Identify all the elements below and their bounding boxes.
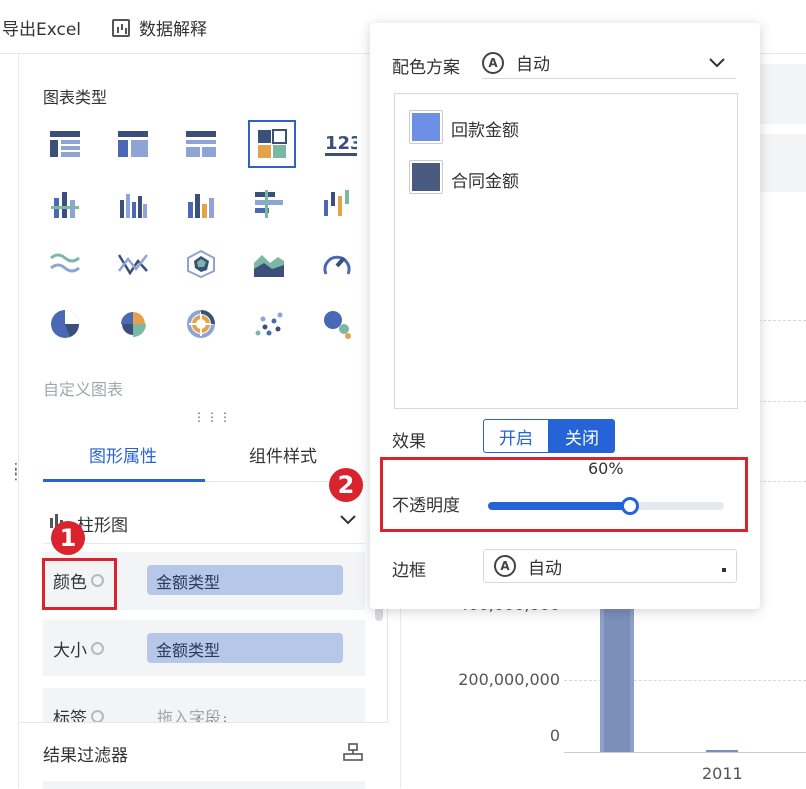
panel-drag-handle[interactable]: ⋮ ⋮	[9, 462, 24, 482]
color-scheme-value: 自动	[516, 55, 550, 75]
border-dropdown[interactable]: A 自动	[483, 549, 737, 583]
kpi-123-icon[interactable]: 123	[325, 128, 357, 160]
swatch-fill-1	[412, 113, 440, 141]
series-color-swatch-1[interactable]	[409, 110, 443, 144]
scatter-icon[interactable]	[253, 308, 285, 340]
series-color-list: 回款金额 合同金额	[394, 93, 738, 409]
series-name-1: 回款金额	[451, 121, 519, 141]
resize-handle-top[interactable]: ⋮⋮⋮	[193, 411, 232, 423]
y-tick-0: 0	[549, 726, 560, 745]
bar-2011	[600, 594, 634, 752]
chart-type-label: 柱形图	[77, 516, 128, 536]
export-excel-button[interactable]: 导出Excel	[2, 15, 81, 40]
x-axis-line	[564, 752, 806, 753]
line-chart-icon[interactable]	[117, 248, 149, 280]
property-tabs: 图形属性 组件样式	[43, 432, 365, 482]
result-filter-label: 结果过滤器	[43, 746, 128, 766]
detail-table-icon[interactable]	[185, 128, 217, 160]
bubble-icon[interactable]	[321, 308, 353, 340]
series-color-swatch-2[interactable]	[409, 160, 443, 194]
highlight-box-opacity	[380, 457, 748, 532]
chart-type-title: 图表类型	[43, 88, 108, 107]
data-explain-label: 数据解释	[139, 20, 207, 40]
step-badge-2: 2	[329, 468, 363, 502]
gear-icon[interactable]	[91, 710, 104, 722]
chevron-down-icon	[709, 58, 725, 68]
size-label: 大小	[53, 636, 104, 661]
left-panel: 图表类型 123 自定义图表 ⋮⋮⋮ 图形属性 组件样式 柱形图 颜色 金额类型…	[18, 54, 389, 789]
effect-off-button[interactable]: 关闭	[549, 419, 615, 453]
rose-pie-icon[interactable]	[117, 308, 149, 340]
chart-grid-icon[interactable]	[248, 120, 296, 168]
active-tab-indicator	[43, 479, 205, 482]
multi-ring-icon[interactable]	[185, 308, 217, 340]
label-label-text: 标签	[53, 709, 87, 722]
multi-bar-icon[interactable]	[185, 188, 217, 220]
area-chart-icon[interactable]	[253, 248, 285, 280]
grouped-bar-icon[interactable]	[117, 188, 149, 220]
export-excel-label: 导出Excel	[2, 20, 82, 40]
custom-chart-label[interactable]: 自定义图表	[43, 376, 123, 400]
chevron-down-icon	[340, 515, 356, 525]
radar-icon[interactable]	[185, 248, 217, 280]
stacked-bar-icon[interactable]	[49, 188, 81, 220]
gear-icon[interactable]	[91, 642, 104, 655]
dropdown-caret-icon	[722, 568, 726, 572]
property-row-size[interactable]: 大小 金额类型	[43, 620, 365, 676]
color-scheme-label: 配色方案	[392, 58, 460, 78]
color-scheme-dropdown[interactable]: A 自动	[482, 47, 736, 79]
table-icon[interactable]	[49, 128, 81, 160]
bar-small	[706, 750, 738, 752]
effect-on-button[interactable]: 开启	[483, 419, 549, 453]
result-filter-section: 结果过滤器	[19, 722, 389, 789]
svg-text:123: 123	[325, 133, 357, 154]
auto-icon: A	[482, 51, 504, 74]
size-label-text: 大小	[53, 641, 87, 661]
tab-graphic-properties[interactable]: 图形属性	[89, 442, 157, 467]
horizontal-bar-icon[interactable]	[253, 188, 285, 220]
effect-label: 效果	[392, 432, 426, 452]
chart-type-dropdown[interactable]: 柱形图	[43, 500, 365, 544]
pie-icon[interactable]	[49, 308, 81, 340]
auto-icon: A	[494, 555, 516, 577]
step-badge-1: 1	[51, 521, 85, 555]
gauge-icon[interactable]	[321, 248, 353, 280]
filter-hierarchy-icon	[343, 743, 363, 761]
swatch-fill-2	[412, 163, 440, 191]
border-value: 自动	[528, 558, 562, 579]
tab-component-style[interactable]: 组件样式	[249, 442, 317, 467]
color-field-pill[interactable]: 金额类型	[147, 565, 343, 595]
chart-explain-icon	[112, 18, 130, 37]
cross-table-icon[interactable]	[117, 128, 149, 160]
x-tick-2011: 2011	[702, 764, 743, 783]
size-field-pill[interactable]: 金额类型	[147, 633, 343, 663]
highlight-box-color	[42, 558, 117, 610]
y-tick-200m: 200,000,000	[458, 670, 560, 689]
data-explain-button[interactable]: 数据解释	[112, 15, 207, 40]
range-bar-icon[interactable]	[321, 188, 353, 220]
wave-line-icon[interactable]	[49, 248, 81, 280]
label-label: 标签	[53, 704, 104, 722]
border-label: 边框	[392, 561, 426, 581]
series-name-2: 合同金额	[451, 172, 519, 192]
